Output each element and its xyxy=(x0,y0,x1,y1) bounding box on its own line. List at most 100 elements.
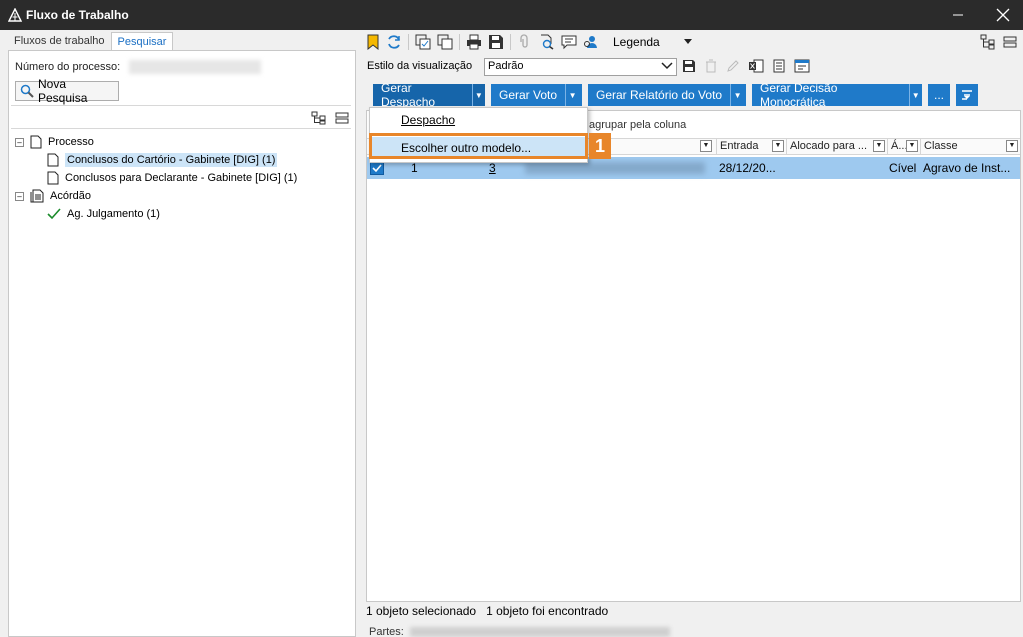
legend-menu[interactable]: Legenda xyxy=(613,35,660,49)
tree-node-conclusos-declarante[interactable]: Conclusos para Declarante - Gabinete [DI… xyxy=(15,169,350,187)
duplicate-icon[interactable] xyxy=(437,34,453,50)
menu-item-label: Despacho xyxy=(401,113,456,127)
tab-fluxos-de-trabalho[interactable]: Fluxos de trabalho xyxy=(8,32,111,50)
print-icon[interactable] xyxy=(466,34,482,50)
process-number-field[interactable] xyxy=(129,60,261,74)
save-document-icon[interactable] xyxy=(488,34,504,50)
expand-tree-icon[interactable] xyxy=(311,111,327,125)
gerar-decisao-monocratica-button[interactable]: Gerar Decisão Monocrática ▼ xyxy=(752,81,923,109)
filter-dropdown-icon[interactable]: ▼ xyxy=(700,140,712,152)
main-toolbar: Legenda xyxy=(366,31,1023,53)
edit-icon[interactable] xyxy=(726,59,740,73)
comment-icon[interactable] xyxy=(561,34,577,50)
filter-dropdown-icon[interactable]: ▼ xyxy=(906,140,918,152)
toolbar-separator xyxy=(459,34,460,50)
user-search-icon[interactable] xyxy=(583,34,599,50)
document-icon xyxy=(47,171,59,185)
legend-dropdown-icon[interactable] xyxy=(683,39,692,45)
tree-node-label: Ag. Julgamento (1) xyxy=(67,208,160,220)
new-search-button[interactable]: Nova Pesquisa xyxy=(15,77,119,105)
tab-pesquisar[interactable]: Pesquisar xyxy=(110,32,174,50)
window-title: Fluxo de Trabalho xyxy=(26,8,129,22)
process-number-label: Número do processo: xyxy=(15,61,121,73)
status-selected: 1 objeto selecionado xyxy=(366,604,477,618)
export-excel-icon[interactable] xyxy=(748,59,764,73)
gerar-decisao-monocratica-label: Gerar Decisão Monocrática xyxy=(760,81,838,109)
view-style-value: Padrão xyxy=(488,60,524,72)
tree-node-label: Processo xyxy=(48,136,94,148)
delete-icon[interactable] xyxy=(704,59,718,73)
dropdown-arrow-icon[interactable]: ▼ xyxy=(908,84,923,106)
gerar-relatorio-voto-label: Gerar Relatório do Voto xyxy=(596,88,723,102)
refresh-icon[interactable] xyxy=(386,34,402,50)
view-window-icon[interactable] xyxy=(794,59,810,73)
column-header-area[interactable]: Á... ▼ xyxy=(887,139,920,154)
redacted-process-number xyxy=(525,162,705,174)
column-header-alocado[interactable]: Alocado para ... ▼ xyxy=(786,139,887,154)
save-icon[interactable] xyxy=(682,59,696,73)
callout-highlight xyxy=(369,133,588,159)
attach-icon[interactable] xyxy=(517,34,533,50)
gerar-voto-label: Gerar Voto xyxy=(499,88,558,102)
dropdown-arrow-icon[interactable]: ▼ xyxy=(565,84,579,106)
row-cell: 1 xyxy=(411,161,418,175)
filter-button[interactable] xyxy=(956,84,978,106)
column-label: Entrada xyxy=(720,140,759,152)
tree-node-label: Conclusos para Declarante - Gabinete [DI… xyxy=(65,172,298,184)
status-bar: 1 objeto selecionado 1 objeto foi encont… xyxy=(366,604,608,618)
layout-tree-icon[interactable] xyxy=(980,34,996,50)
bookmark-icon[interactable] xyxy=(366,34,380,50)
tree-node-ag-julgamento[interactable]: Ag. Julgamento (1) xyxy=(15,205,350,223)
gerar-voto-button[interactable]: Gerar Voto ▼ xyxy=(491,84,582,106)
tree-node-processo[interactable]: – Processo xyxy=(15,133,350,151)
title-bar: Fluxo de Trabalho xyxy=(0,0,1023,30)
tree-node-label: Conclusos do Cartório - Gabinete [DIG] (… xyxy=(65,153,278,167)
gerar-despacho-button[interactable]: Gerar Despacho ▼ xyxy=(373,81,485,109)
row-checkbox[interactable] xyxy=(370,161,384,175)
row-link[interactable]: 3 xyxy=(489,161,496,175)
column-header-entrada[interactable]: Entrada ▼ xyxy=(716,139,786,154)
action-buttons: Gerar Despacho ▼ Gerar Voto ▼ Gerar Rela… xyxy=(373,81,978,109)
document-icon xyxy=(30,135,42,149)
search-panel: Número do processo: Nova Pesquisa – Proc… xyxy=(8,50,356,637)
report-icon[interactable] xyxy=(772,59,786,73)
left-tabs: Fluxos de trabalho Pesquisar xyxy=(8,32,174,50)
layout-rows-icon[interactable] xyxy=(1003,35,1017,49)
view-style-select[interactable]: Padrão xyxy=(484,58,677,76)
column-label: Classe xyxy=(924,140,958,152)
divider xyxy=(11,105,351,106)
collapse-icon[interactable]: – xyxy=(15,137,24,147)
tree-node-conclusos-cartorio[interactable]: Conclusos do Cartório - Gabinete [DIG] (… xyxy=(15,151,350,169)
tree-tools xyxy=(311,111,349,125)
dropdown-arrow-icon[interactable]: ▼ xyxy=(471,84,485,106)
chevron-down-icon xyxy=(661,61,673,71)
filter-dropdown-icon[interactable]: ▼ xyxy=(873,140,885,152)
collapse-icon[interactable]: – xyxy=(15,191,24,201)
toolbar-separator xyxy=(510,34,511,50)
filter-icon xyxy=(961,90,973,100)
search-icon xyxy=(20,84,34,98)
find-document-icon[interactable] xyxy=(539,34,555,50)
menu-item-despacho[interactable]: Despacho xyxy=(370,109,587,131)
collapse-tree-icon[interactable] xyxy=(335,111,349,125)
minimize-button[interactable] xyxy=(935,0,981,30)
filter-dropdown-icon[interactable]: ▼ xyxy=(1006,140,1018,152)
filter-dropdown-icon[interactable]: ▼ xyxy=(772,140,784,152)
callout-number: 1 xyxy=(589,133,611,159)
document-icon xyxy=(47,153,59,167)
column-label: Alocado para ... xyxy=(790,140,868,152)
close-window-button[interactable] xyxy=(980,0,1023,30)
tree-node-acordao[interactable]: – Acórdão xyxy=(15,187,350,205)
copy-to-icon[interactable] xyxy=(415,34,431,50)
more-actions-button[interactable]: ... xyxy=(928,84,950,106)
divider xyxy=(11,128,351,129)
tree-node-label: Acórdão xyxy=(50,190,91,202)
gerar-despacho-label: Gerar Despacho xyxy=(381,81,436,109)
row-cell-entrada: 28/12/20... xyxy=(719,161,776,175)
gerar-relatorio-voto-button[interactable]: Gerar Relatório do Voto ▼ xyxy=(588,84,746,106)
partes-label: Partes: xyxy=(369,626,404,637)
dropdown-arrow-icon[interactable]: ▼ xyxy=(730,84,744,106)
view-style-label: Estilo da visualização xyxy=(367,60,473,72)
column-header-classe[interactable]: Classe ▼ xyxy=(920,139,1020,154)
redacted-partes xyxy=(410,627,670,637)
